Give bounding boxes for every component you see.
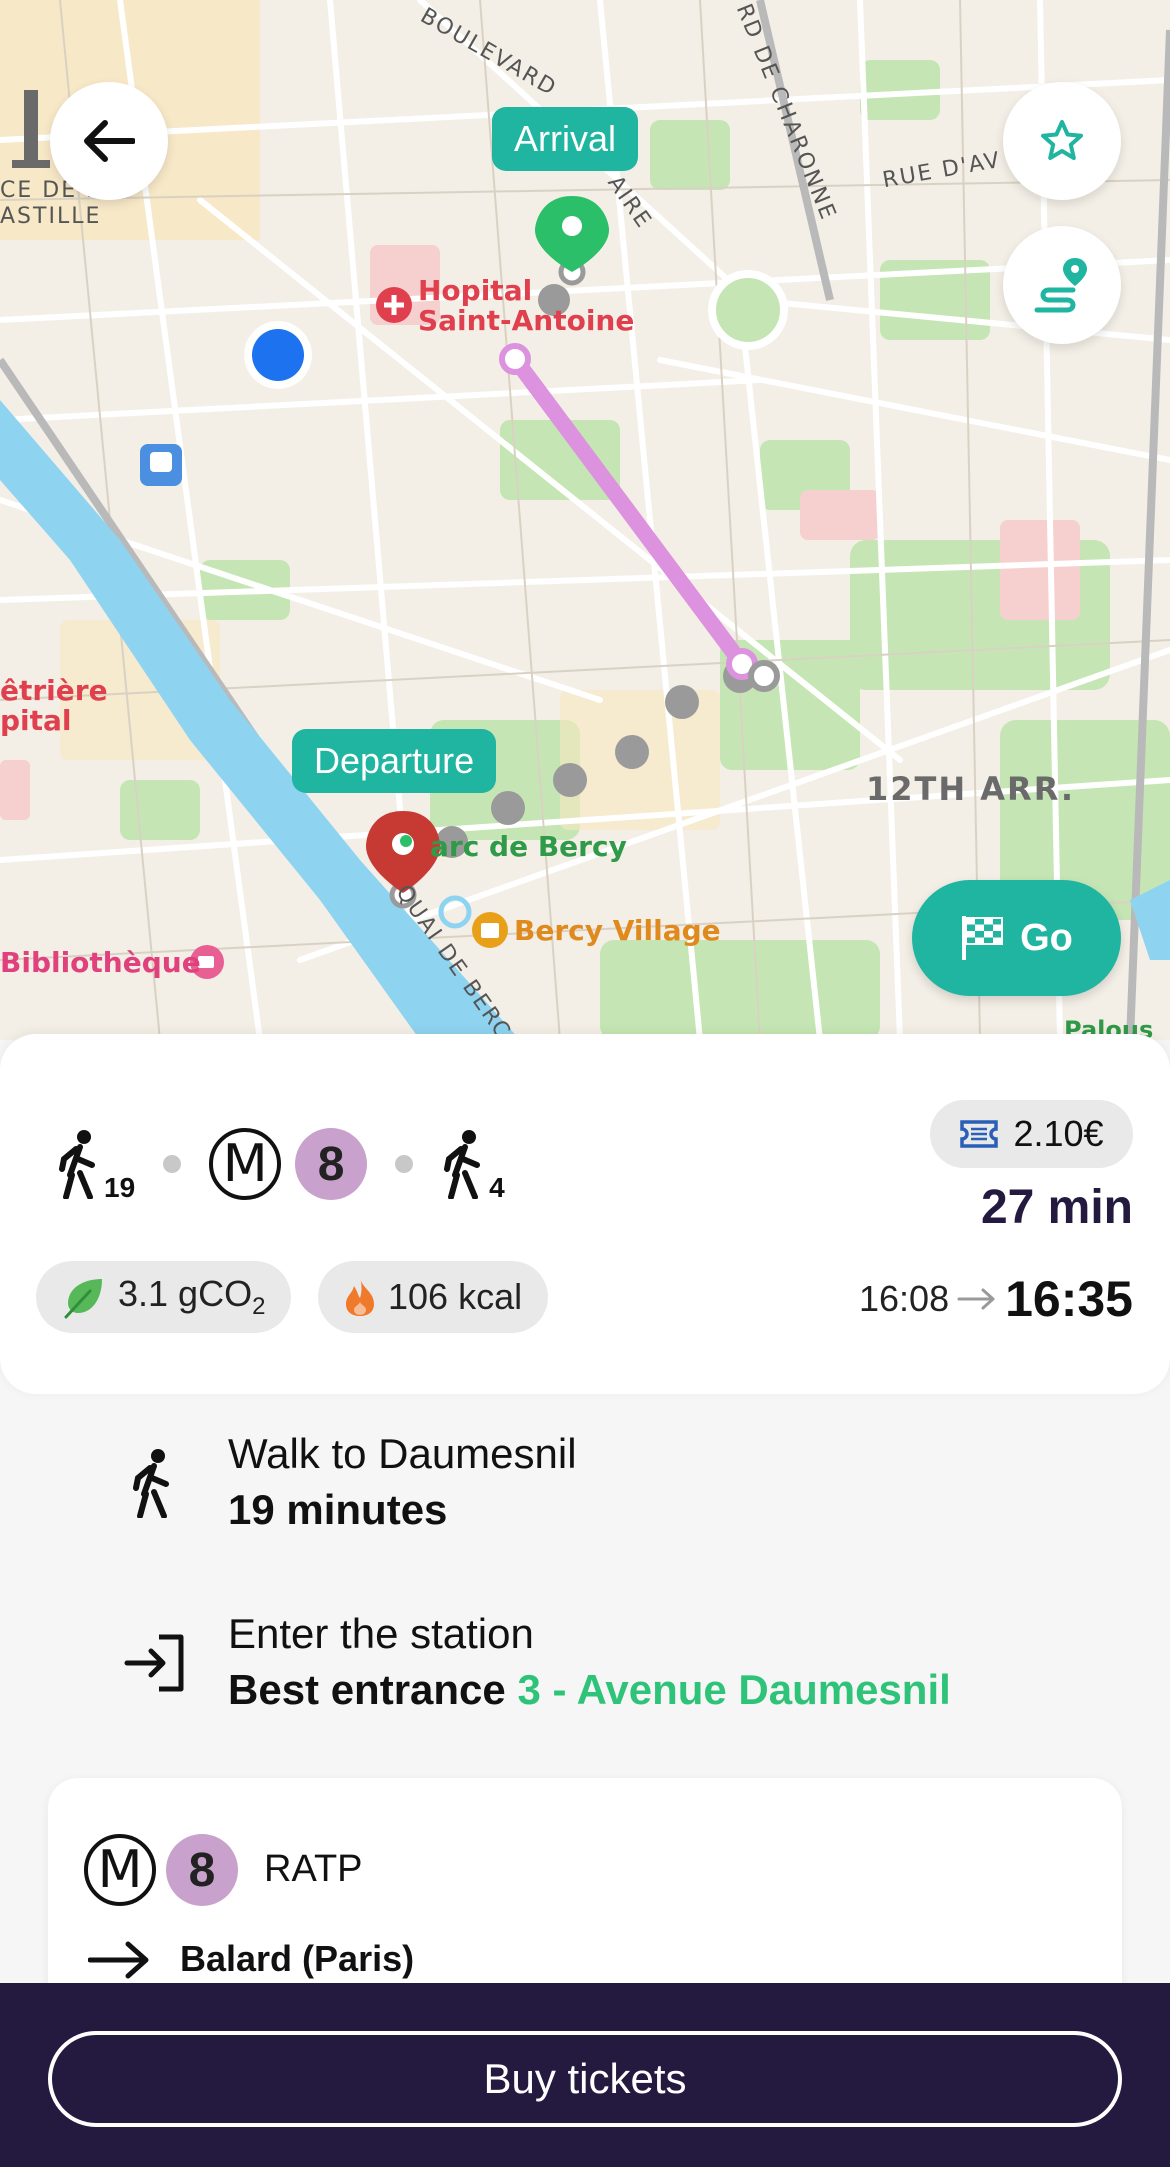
buy-tickets-button[interactable]: Buy tickets: [48, 2031, 1122, 2127]
arrival-time: 16:35: [1005, 1271, 1133, 1327]
ticket-icon: [960, 1120, 999, 1148]
leg-separator: [395, 1155, 414, 1173]
map-label-bibliotheque: Bibliothèque: [0, 946, 201, 979]
best-entrance-value: 3 - Avenue Daumesnil: [517, 1666, 951, 1713]
metro-icon: M: [209, 1128, 282, 1200]
best-entrance: Best entrance 3 - Avenue Daumesnil: [228, 1666, 951, 1714]
route-options-button[interactable]: [1003, 226, 1121, 344]
arrival-tag: Arrival: [492, 107, 639, 171]
star-icon: [1041, 120, 1083, 160]
price-value: 2.10€: [1013, 1113, 1104, 1154]
departure-time: 16:08: [859, 1278, 950, 1319]
walk-step-title: Walk to Daumesnil: [228, 1430, 577, 1477]
trip-times: 16:08 16:35: [859, 1270, 1133, 1328]
walk-start-minutes: 19: [104, 1172, 136, 1203]
back-arrow-icon: [84, 120, 135, 162]
enter-step-title: Enter the station: [228, 1610, 534, 1657]
trip-summary-card[interactable]: 19 M 8 4 2.10€ 27 min 3.1 gCO2 106 kcal: [0, 1034, 1170, 1394]
route-icon: [1034, 258, 1087, 313]
walk-step-icon: [120, 1448, 190, 1518]
route-map[interactable]: BOULEVARD AIRE RD DE CHARONNE RUE D'AV C…: [0, 0, 1170, 1040]
map-label-hopital-2: pital: [0, 704, 72, 737]
checkered-flag-icon: [962, 916, 1004, 960]
co2-badge: 3.1 gCO2: [36, 1261, 292, 1333]
line-direction: Balard (Paris): [180, 1938, 415, 1979]
map-label-bastille: ASTILLE: [0, 204, 102, 229]
line-8-badge: 8: [295, 1128, 368, 1200]
line-8-badge: 8: [166, 1834, 238, 1906]
walk-icon: [133, 1449, 169, 1518]
trip-legs: 19 M 8 4: [56, 1128, 505, 1203]
walk-step-duration: 19 minutes: [228, 1486, 448, 1533]
co2-value: 3.1 gCO: [118, 1272, 253, 1314]
arrow-right-icon: [957, 1288, 995, 1310]
map-label-parc-bercy: arc de Bercy: [430, 830, 627, 863]
back-button[interactable]: [50, 82, 168, 200]
calories-value: 106 kcal: [388, 1276, 523, 1317]
enter-icon: [124, 1634, 184, 1692]
price-badge: 2.10€: [930, 1100, 1133, 1168]
map-label-hopital: Hopital: [418, 274, 533, 307]
metro-icon: M: [84, 1834, 156, 1906]
map-label-salpetriere: êtrière: [0, 674, 108, 707]
best-entrance-label: Best entrance: [228, 1666, 506, 1713]
go-label: Go: [1020, 916, 1073, 959]
departure-tag: Departure: [292, 729, 497, 793]
map-label-12th-arr: 12TH ARR.: [866, 770, 1076, 808]
footer-bar: Buy tickets: [0, 1983, 1170, 2167]
walk-end-minutes: 4: [489, 1172, 505, 1203]
enter-step-icon: [120, 1628, 190, 1698]
operator-name: RATP: [264, 1848, 363, 1890]
walk-icon: [59, 1130, 95, 1199]
map-label-bercy-village: Bercy Village: [514, 914, 721, 947]
leaf-icon: [64, 1279, 102, 1319]
calories-badge: 106 kcal: [318, 1261, 549, 1333]
direction-arrow-icon: [88, 1941, 149, 1979]
co2-subscript: 2: [252, 1293, 266, 1321]
flame-icon: [346, 1278, 374, 1316]
leg-separator: [163, 1155, 182, 1173]
go-button[interactable]: Go: [912, 880, 1121, 996]
walk-icon: [444, 1130, 481, 1199]
favorite-button[interactable]: [1003, 82, 1121, 200]
trip-duration: 27 min: [980, 1181, 1133, 1234]
map-label-saint-antoine: Saint-Antoine: [418, 304, 635, 337]
